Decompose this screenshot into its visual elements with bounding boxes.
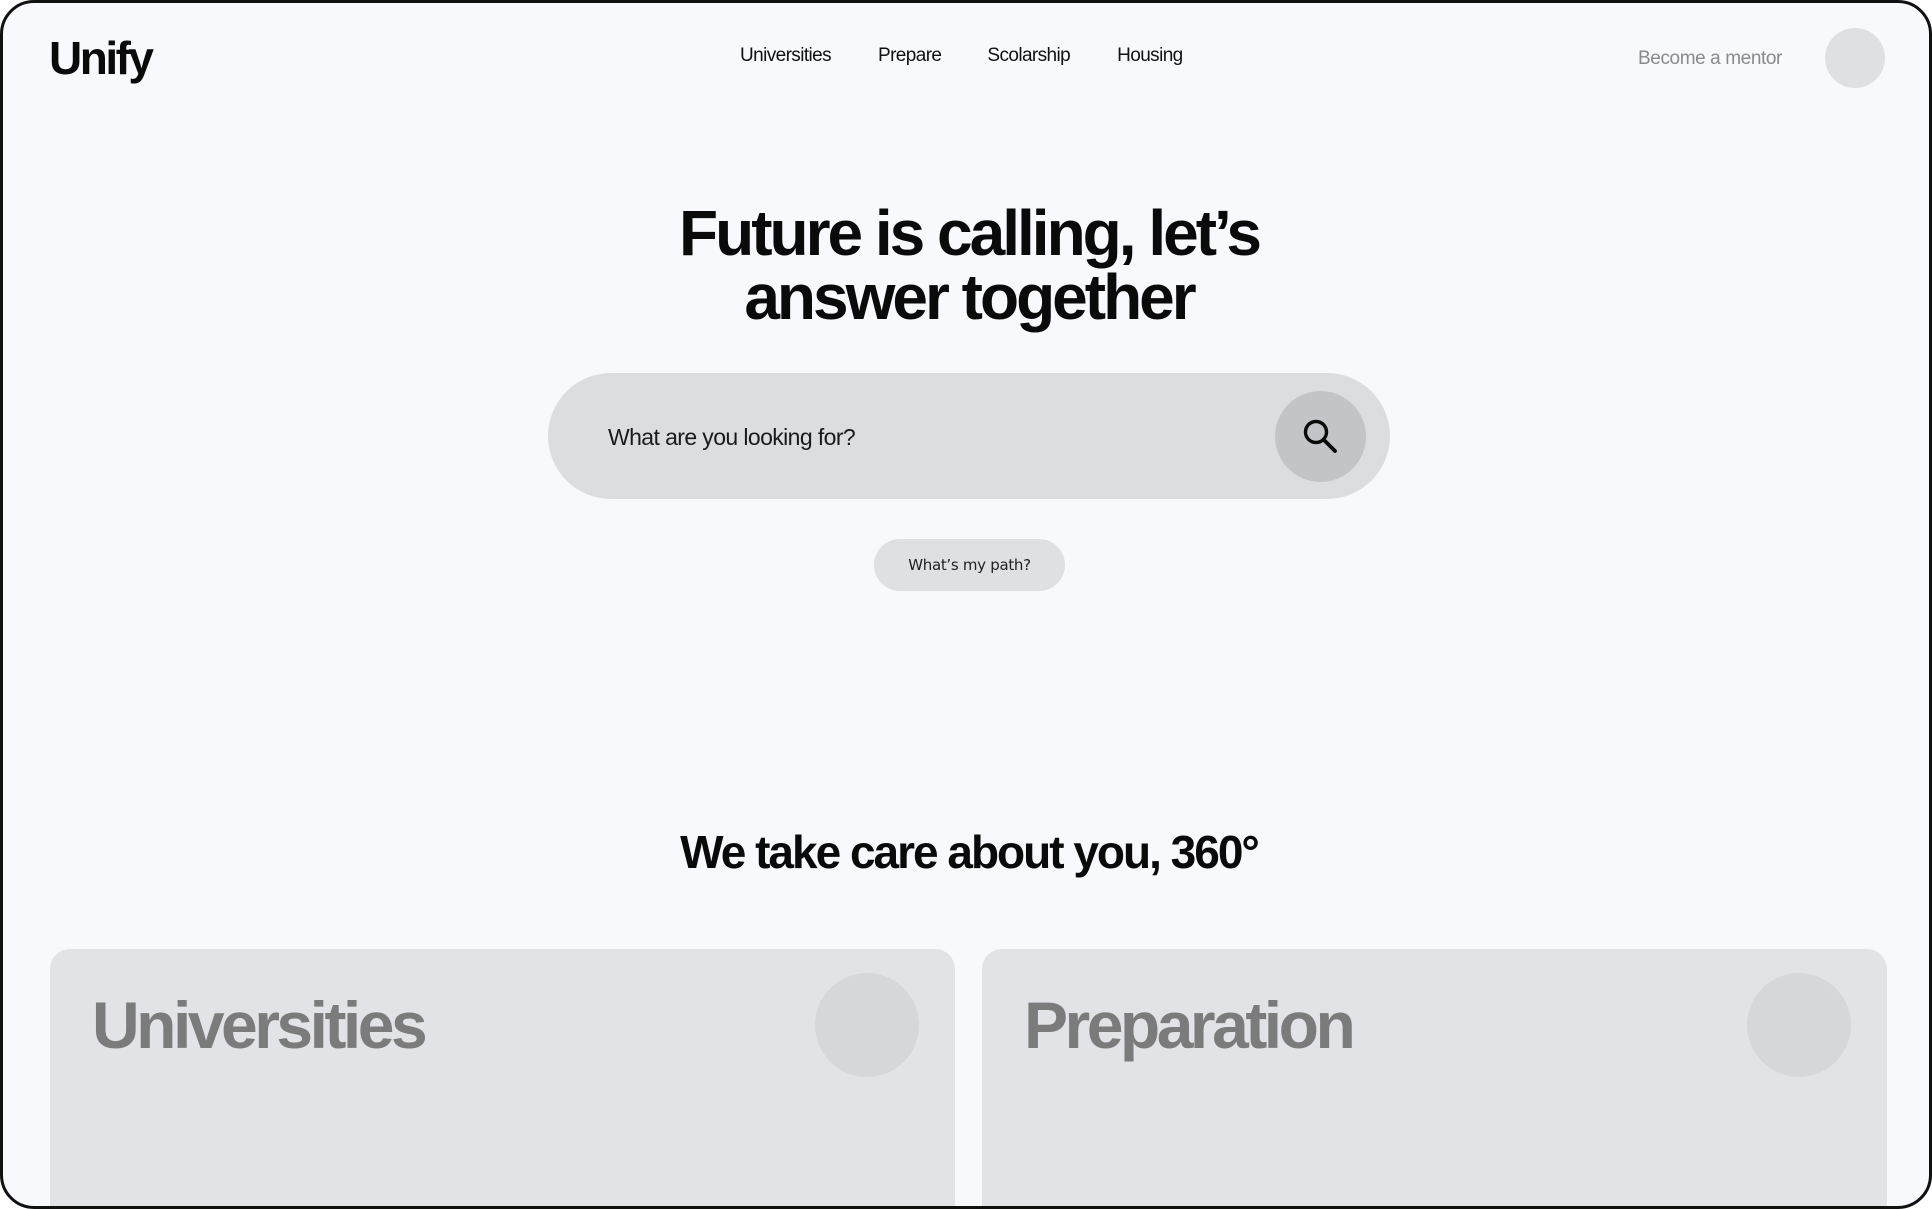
whats-my-path-button[interactable]: What’s my path? [874, 539, 1065, 591]
nav-item-housing[interactable]: Housing [1117, 45, 1183, 67]
hero-title-line-1: Future is calling, let’s [679, 197, 1262, 269]
card-circle-icon [1747, 973, 1851, 1077]
nav-item-prepare[interactable]: Prepare [878, 45, 942, 67]
card-preparation[interactable]: Preparation [982, 949, 1887, 1206]
search-icon [1303, 419, 1337, 453]
section-title: We take care about you, 360° [680, 826, 1260, 878]
card-title: Universities [92, 988, 428, 1062]
nav-item-scolarship[interactable]: Scolarship [987, 45, 1070, 67]
search-input[interactable] [606, 411, 1250, 463]
nav-item-universities[interactable]: Universities [740, 45, 832, 67]
card-circle-icon [815, 973, 919, 1077]
hero-title-line-2: answer together [744, 261, 1196, 333]
search-button[interactable] [1275, 391, 1366, 482]
card-universities[interactable]: Universities [50, 949, 955, 1206]
unify-logo[interactable]: Unify [49, 31, 154, 85]
search-bar [548, 373, 1390, 499]
card-title: Preparation [1024, 988, 1356, 1062]
app-window: Unify Universities Prepare Scolarship Ho… [0, 0, 1932, 1209]
hero-title: Future is calling, let’s answer together [3, 197, 1929, 333]
main-nav: Universities Prepare Scolarship Housing [740, 45, 1183, 67]
become-mentor-link[interactable]: Become a mentor [1638, 48, 1782, 70]
avatar[interactable] [1825, 28, 1885, 88]
